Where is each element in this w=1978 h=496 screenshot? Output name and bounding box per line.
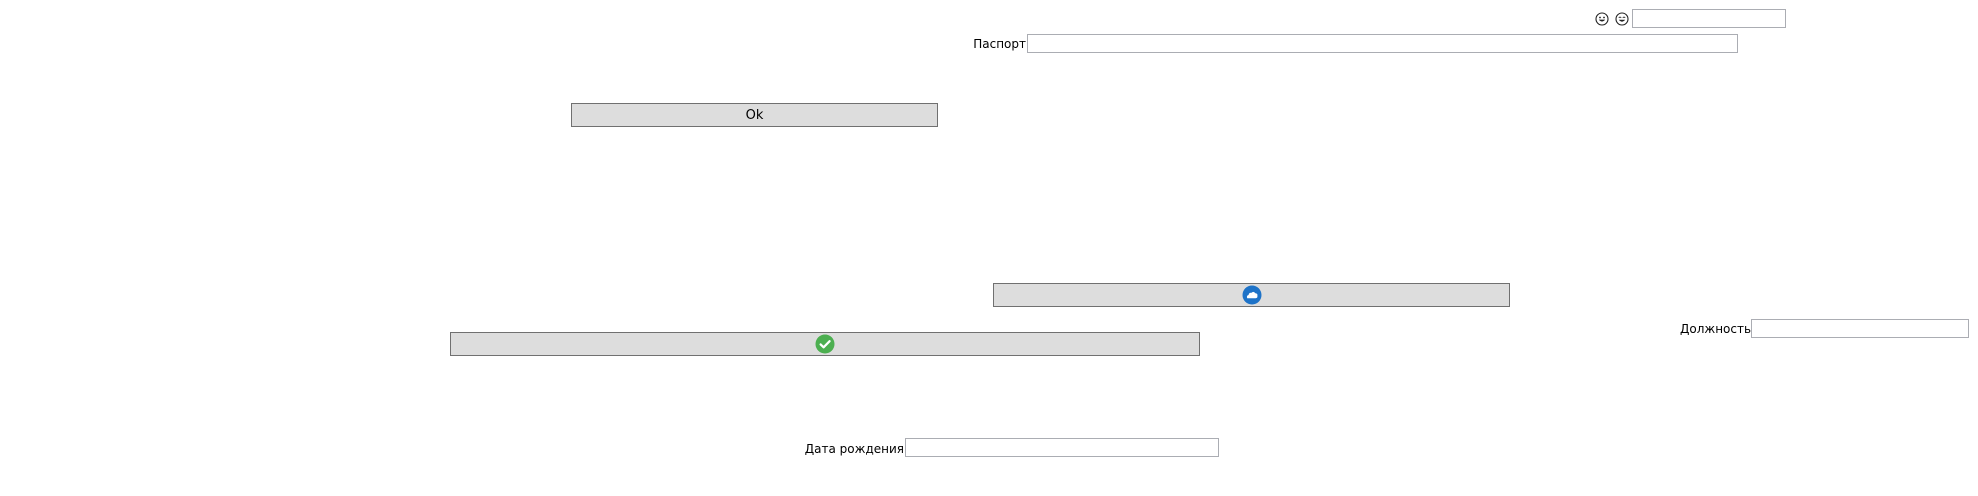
passport-field[interactable]: [1027, 34, 1738, 53]
top-text-field[interactable]: [1632, 9, 1786, 28]
ok-button[interactable]: Ok: [571, 103, 938, 127]
position-field[interactable]: [1751, 319, 1969, 338]
checkmark-icon: [815, 334, 835, 354]
passport-label: Паспорт: [973, 37, 1026, 51]
birth-date-label: Дата рождения: [804, 442, 904, 456]
birth-date-field[interactable]: [905, 438, 1219, 457]
ok-button-label: Ok: [745, 107, 764, 123]
position-label: Должность: [1680, 322, 1752, 336]
smiley-laugh-icon: [1615, 12, 1629, 26]
smiley-grin-icon: [1595, 12, 1609, 26]
cloud-icon: [1242, 285, 1262, 305]
cloud-button[interactable]: [993, 283, 1510, 307]
check-button[interactable]: [450, 332, 1200, 356]
